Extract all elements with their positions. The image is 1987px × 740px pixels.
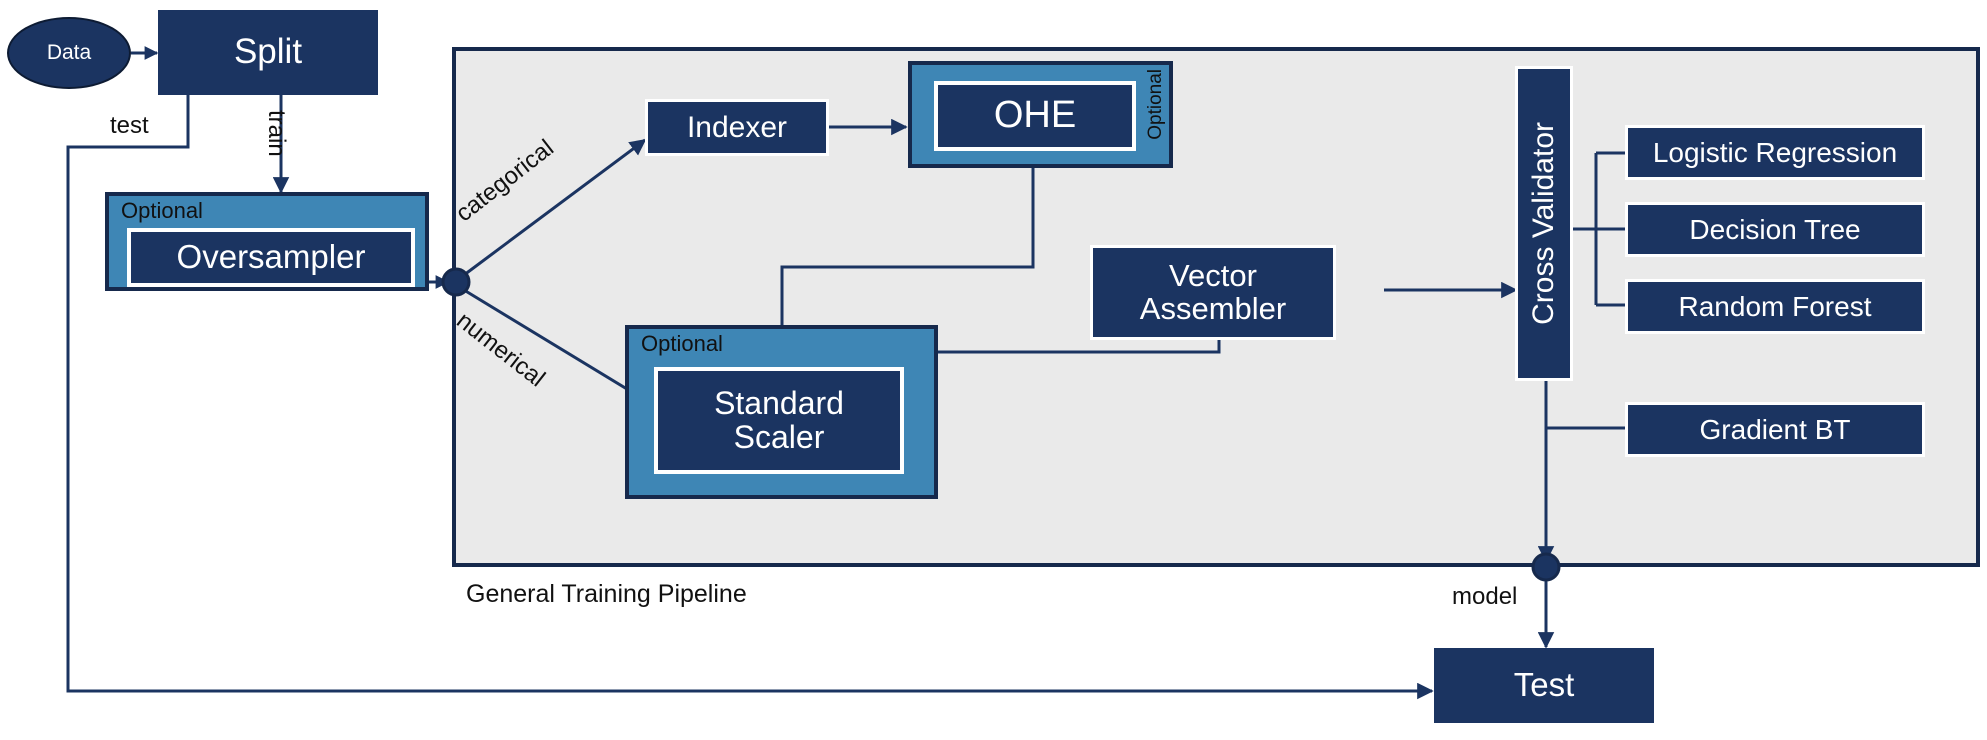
node-ohe[interactable]: OHE [934, 81, 1136, 151]
oversampler-optional-label: Optional [121, 198, 203, 223]
node-vector-assembler-label-line2: Assembler [1139, 290, 1287, 326]
node-model-logistic-regression-label: Logistic Regression [1652, 136, 1898, 168]
node-oversampler[interactable]: Oversampler [127, 228, 415, 287]
ohe-optional-label: Optional [1145, 69, 1166, 140]
node-oversampler-label: Oversampler [176, 238, 366, 276]
node-split-label: Split [233, 32, 303, 72]
node-data[interactable]: Data [7, 17, 131, 89]
node-cross-validator-label: Cross Validator [1527, 122, 1561, 325]
node-indexer[interactable]: Indexer [645, 99, 829, 156]
node-model-gradient-bt-label: Gradient BT [1699, 413, 1851, 445]
node-model-decision-tree-label: Decision Tree [1689, 213, 1861, 245]
node-cross-validator[interactable]: Cross Validator [1515, 66, 1573, 381]
node-standard-scaler-label-line1: Standard [714, 384, 844, 421]
edge-label-test: test [110, 112, 149, 139]
node-ohe-label: OHE [993, 94, 1077, 137]
node-model-gradient-bt[interactable]: Gradient BT [1625, 402, 1925, 457]
node-vector-assembler-label-line1: Vector [1169, 257, 1257, 293]
standard-scaler-optional-label: Optional [641, 331, 723, 356]
edge-label-model: model [1452, 583, 1518, 610]
node-oversampler-optional-wrapper: Optional Oversampler [105, 192, 429, 291]
node-standard-scaler-optional-wrapper: Optional Standard Scaler [625, 325, 938, 499]
edge-label-train: train [263, 110, 290, 157]
node-test[interactable]: Test [1434, 648, 1654, 723]
node-ohe-optional-wrapper: Optional OHE [908, 61, 1173, 168]
node-model-logistic-regression[interactable]: Logistic Regression [1625, 125, 1925, 180]
node-indexer-label: Indexer [686, 110, 788, 144]
node-model-random-forest-label: Random Forest [1678, 290, 1872, 322]
node-model-decision-tree[interactable]: Decision Tree [1625, 202, 1925, 257]
node-test-label: Test [1513, 666, 1575, 704]
pipeline-caption: General Training Pipeline [466, 580, 747, 608]
node-model-random-forest[interactable]: Random Forest [1625, 279, 1925, 334]
node-data-label: Data [46, 41, 92, 64]
diagram-canvas: Data Split Optional Oversampler Indexer … [0, 0, 1987, 740]
node-vector-assembler[interactable]: Vector Assembler [1090, 245, 1336, 340]
node-split[interactable]: Split [158, 10, 378, 95]
node-standard-scaler-label-line2: Scaler [733, 418, 825, 455]
node-standard-scaler[interactable]: Standard Scaler [654, 367, 904, 474]
